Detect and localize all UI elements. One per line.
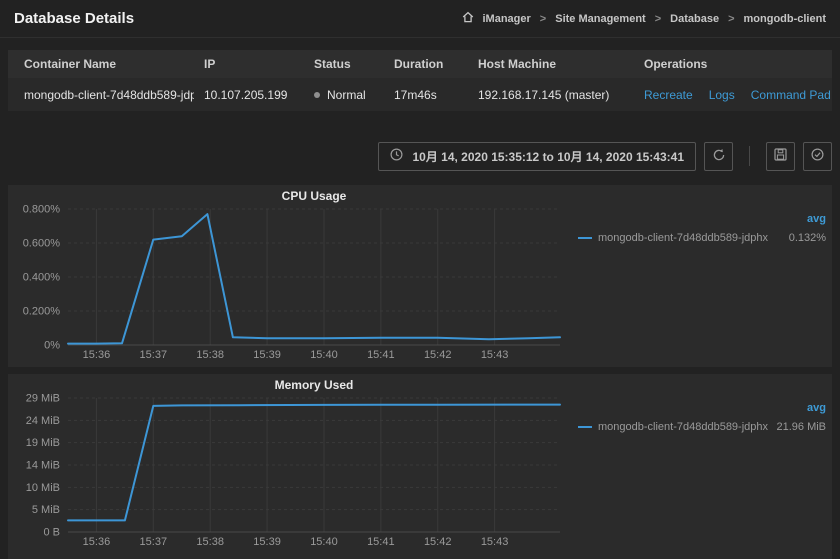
svg-text:5 MiB: 5 MiB bbox=[32, 504, 60, 516]
recreate-link[interactable]: Recreate bbox=[644, 88, 693, 102]
svg-text:10 MiB: 10 MiB bbox=[26, 482, 60, 494]
legend-series-name[interactable]: mongodb-client-7d48ddb589-jdphx bbox=[578, 421, 768, 433]
svg-text:15:42: 15:42 bbox=[424, 349, 452, 361]
memory-chart-title: Memory Used bbox=[68, 376, 560, 394]
col-duration: Duration bbox=[384, 57, 468, 71]
breadcrumb-separator: > bbox=[728, 13, 734, 25]
page-header: Database Details iManager > Site Managem… bbox=[0, 0, 840, 38]
legend-current-header[interactable]: current▾ bbox=[826, 213, 840, 225]
cpu-chart-legend: avg current▾ mongodb-client-7d48ddb589-j… bbox=[578, 205, 840, 363]
svg-text:15:43: 15:43 bbox=[481, 349, 509, 361]
breadcrumb: iManager > Site Management > Database > … bbox=[462, 11, 827, 26]
col-host-machine: Host Machine bbox=[468, 57, 634, 71]
svg-text:15:41: 15:41 bbox=[367, 349, 395, 361]
status-value: Normal bbox=[304, 88, 384, 102]
page-title: Database Details bbox=[14, 10, 134, 27]
clock-icon bbox=[390, 148, 403, 164]
col-operations: Operations bbox=[634, 57, 832, 71]
cpu-chart-canvas[interactable]: 15:36 15:37 15:38 15:39 15:40 15:41 15:42 15:43… bbox=[8, 205, 578, 363]
col-ip: IP bbox=[194, 57, 304, 71]
svg-text:14 MiB: 14 MiB bbox=[26, 460, 60, 472]
save-image-icon bbox=[774, 148, 787, 164]
refresh-icon bbox=[712, 148, 726, 165]
svg-text:15:43: 15:43 bbox=[481, 536, 509, 548]
svg-text:15:41: 15:41 bbox=[367, 536, 395, 548]
svg-text:0.200%: 0.200% bbox=[23, 306, 61, 318]
series-avg-value: 0.132% bbox=[768, 232, 826, 244]
svg-text:15:38: 15:38 bbox=[196, 349, 224, 361]
schedule-button[interactable] bbox=[803, 142, 832, 171]
memory-chart-legend: avg current▾ mongodb-client-7d48ddb589-j… bbox=[578, 394, 840, 554]
svg-text:15:39: 15:39 bbox=[253, 349, 281, 361]
svg-text:15:36: 15:36 bbox=[83, 536, 111, 548]
time-range-text: 10月 14, 2020 15:35:12 to 10月 14, 2020 15… bbox=[412, 148, 684, 165]
breadcrumb-separator: > bbox=[540, 13, 546, 25]
svg-text:0%: 0% bbox=[44, 340, 60, 352]
time-range-picker[interactable]: 10月 14, 2020 15:35:12 to 10月 14, 2020 15… bbox=[378, 142, 696, 171]
operations-cell: Recreate Logs Command Pad bbox=[634, 88, 832, 102]
save-image-button[interactable] bbox=[766, 142, 795, 171]
svg-text:24 MiB: 24 MiB bbox=[26, 415, 60, 427]
legend-avg-header[interactable]: avg bbox=[768, 402, 826, 414]
svg-text:15:37: 15:37 bbox=[140, 349, 168, 361]
memory-chart-canvas[interactable]: 15:36 15:37 15:38 15:39 15:40 15:41 15:42 15:43… bbox=[8, 394, 578, 554]
svg-text:15:39: 15:39 bbox=[253, 536, 281, 548]
svg-text:29 MiB: 29 MiB bbox=[26, 394, 60, 405]
status-text: Normal bbox=[327, 88, 366, 102]
breadcrumb-imanager[interactable]: iManager bbox=[483, 13, 531, 25]
svg-text:0 B: 0 B bbox=[43, 527, 60, 539]
breadcrumb-separator: > bbox=[655, 13, 661, 25]
container-name-value: mongodb-client-7d48ddb589-jdphx bbox=[8, 88, 194, 102]
check-circle-icon bbox=[811, 148, 824, 164]
svg-text:19 MiB: 19 MiB bbox=[26, 437, 60, 449]
svg-text:15:40: 15:40 bbox=[310, 349, 338, 361]
svg-text:0.600%: 0.600% bbox=[23, 238, 61, 250]
col-container-name: Container Name bbox=[8, 57, 194, 71]
host-machine-value: 192.168.17.145 (master) bbox=[468, 88, 634, 102]
svg-text:0.800%: 0.800% bbox=[23, 205, 61, 216]
home-icon[interactable] bbox=[462, 11, 474, 26]
svg-text:0.400%: 0.400% bbox=[23, 272, 61, 284]
series-color-marker bbox=[578, 237, 592, 239]
command-pad-link[interactable]: Command Pad bbox=[751, 88, 831, 102]
legend-current-header[interactable]: current▾ bbox=[826, 402, 840, 414]
breadcrumb-database[interactable]: Database bbox=[670, 13, 719, 25]
toolbar-divider bbox=[749, 146, 750, 166]
breadcrumb-current: mongodb-client bbox=[744, 13, 827, 25]
container-table: Container Name IP Status Duration Host M… bbox=[8, 50, 832, 111]
svg-text:15:37: 15:37 bbox=[140, 536, 168, 548]
logs-link[interactable]: Logs bbox=[709, 88, 735, 102]
memory-used-panel: Memory Used 15:3615:3715:3815:3915:4015:… bbox=[8, 374, 832, 559]
ip-value: 10.107.205.199 bbox=[194, 88, 304, 102]
cpu-chart-title: CPU Usage bbox=[68, 187, 560, 205]
legend-avg-header[interactable]: avg bbox=[768, 213, 826, 225]
series-color-marker bbox=[578, 426, 592, 428]
time-toolbar: 10月 14, 2020 15:35:12 to 10月 14, 2020 15… bbox=[8, 141, 832, 171]
series-current-value: 0.038% bbox=[826, 232, 840, 244]
svg-text:15:38: 15:38 bbox=[196, 536, 224, 548]
breadcrumb-site-management[interactable]: Site Management bbox=[555, 13, 645, 25]
series-avg-value: 21.96 MiB bbox=[768, 421, 826, 433]
refresh-button[interactable] bbox=[704, 142, 733, 171]
table-header-row: Container Name IP Status Duration Host M… bbox=[8, 50, 832, 78]
cpu-usage-panel: CPU Usage 15:36 15:37 15:38 15:39 15:40 15:41… bbox=[8, 185, 832, 367]
svg-text:15:36: 15:36 bbox=[83, 349, 111, 361]
svg-text:15:40: 15:40 bbox=[310, 536, 338, 548]
duration-value: 17m46s bbox=[384, 88, 468, 102]
series-current-value: 27.58 MiB bbox=[826, 421, 840, 433]
status-dot-icon bbox=[314, 92, 320, 98]
table-row: mongodb-client-7d48ddb589-jdphx 10.107.2… bbox=[8, 78, 832, 111]
svg-text:15:42: 15:42 bbox=[424, 536, 452, 548]
legend-series-name[interactable]: mongodb-client-7d48ddb589-jdphx bbox=[578, 232, 768, 244]
col-status: Status bbox=[304, 57, 384, 71]
